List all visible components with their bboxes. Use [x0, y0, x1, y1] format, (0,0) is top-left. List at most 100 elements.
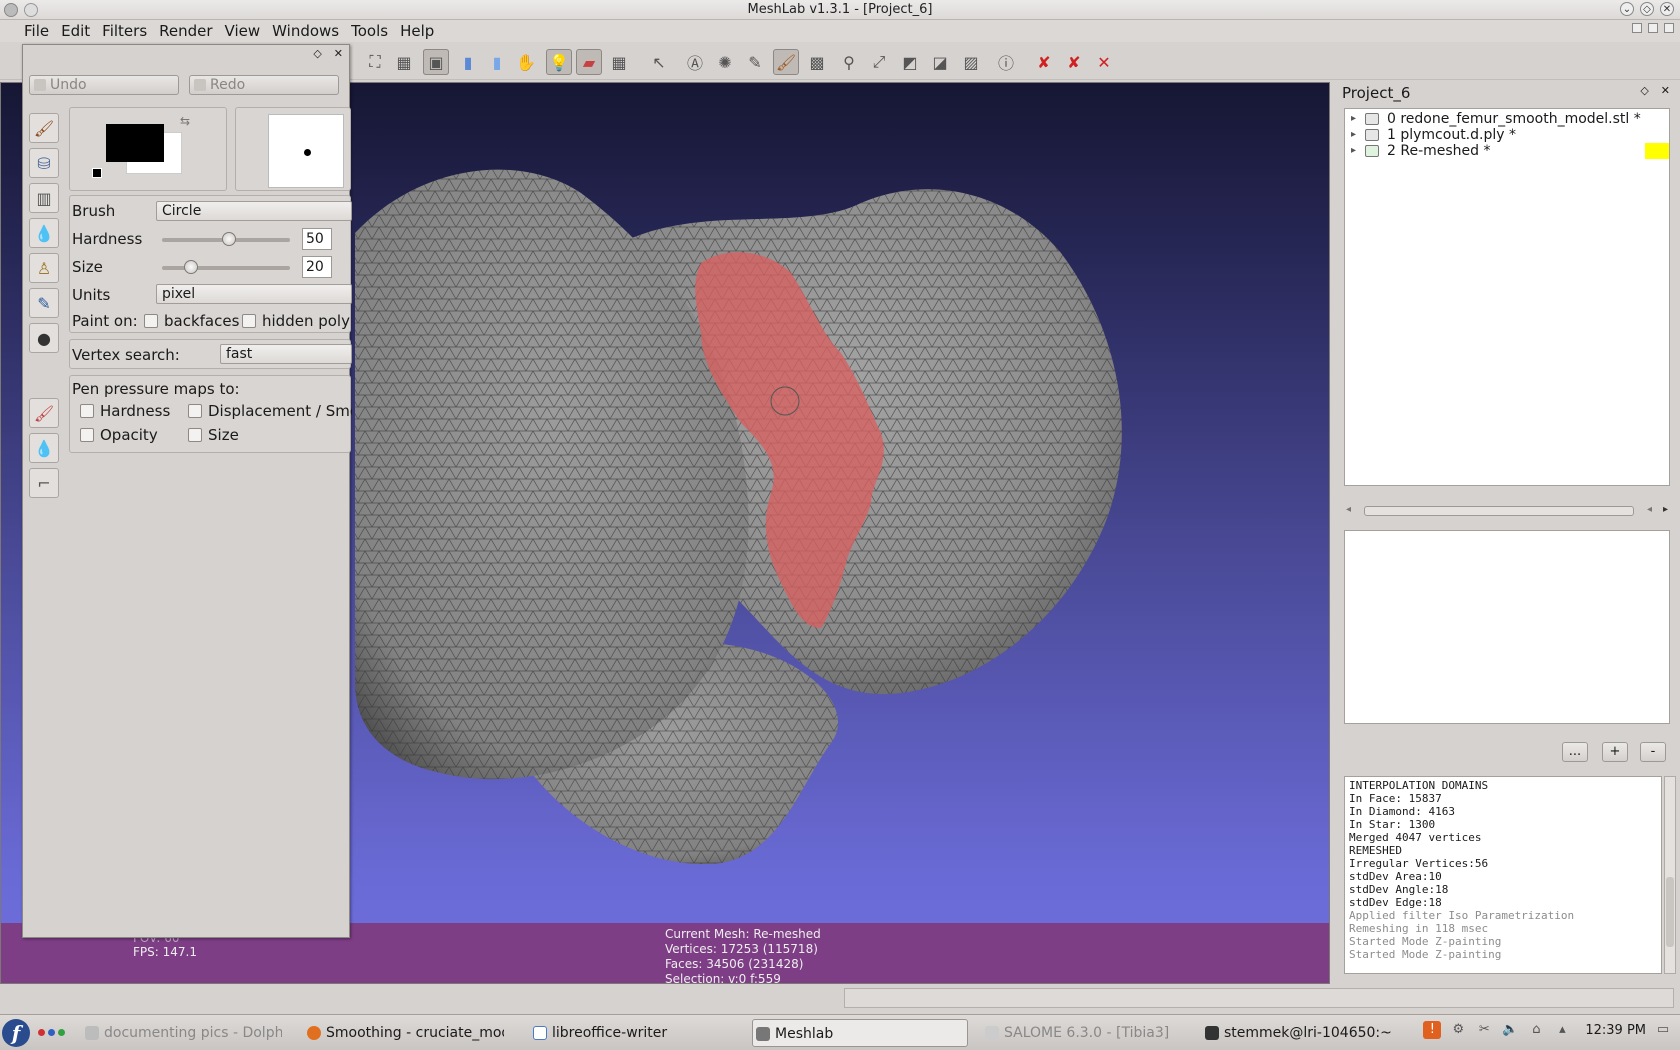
- menu-filters[interactable]: Filters: [102, 20, 157, 42]
- select-connected-icon[interactable]: ▨: [958, 49, 984, 75]
- scroll-left2-icon[interactable]: ◂: [1647, 504, 1652, 515]
- render-flat-icon[interactable]: ▮: [455, 49, 481, 75]
- double-side-light-icon[interactable]: ▰: [576, 49, 602, 75]
- delete-faces-vertices-icon[interactable]: ✘: [1061, 49, 1087, 75]
- expand-icon[interactable]: ▸: [1351, 111, 1356, 127]
- menu-view[interactable]: View: [225, 20, 271, 42]
- render-flat-lines-active-icon[interactable]: ▣: [423, 49, 449, 75]
- visibility-icon[interactable]: [1365, 145, 1379, 157]
- mdi-close-button[interactable]: [1664, 23, 1674, 33]
- layer-dock-close-icon[interactable]: ✕: [1661, 84, 1670, 97]
- expand-icon[interactable]: ▸: [1351, 127, 1356, 143]
- light-icon[interactable]: 💡: [546, 49, 572, 75]
- task-libreoffice[interactable]: libreoffice-writer: [530, 1019, 730, 1047]
- pen-tool-icon[interactable]: 🖌: [29, 113, 59, 143]
- size-slider-handle[interactable]: [184, 260, 198, 274]
- update-notifier-icon[interactable]: !: [1423, 1021, 1442, 1039]
- reset-colors-icon[interactable]: [92, 168, 102, 178]
- hardness-spinbox[interactable]: 50: [302, 228, 332, 250]
- fill-tool-icon[interactable]: ⛁: [29, 148, 59, 178]
- mesh-info-icon[interactable]: ✺: [712, 49, 738, 75]
- mdi-restore-button[interactable]: [1648, 23, 1658, 33]
- menu-render[interactable]: Render: [159, 20, 222, 42]
- manipulator-icon[interactable]: ↖: [646, 49, 672, 75]
- hardness-slider[interactable]: [162, 232, 290, 246]
- expand-icon[interactable]: ▸: [1351, 143, 1356, 159]
- clock[interactable]: 12:39 PM: [1585, 1023, 1646, 1038]
- backfaces-checkbox[interactable]: [144, 314, 158, 328]
- noise-tool-icon[interactable]: ●: [29, 323, 59, 353]
- tray-expand-icon[interactable]: ▴: [1553, 1021, 1571, 1039]
- more-button[interactable]: ...: [1562, 742, 1588, 762]
- pp-opacity-checkbox[interactable]: [80, 428, 94, 442]
- gradient-tool-icon[interactable]: ▥: [29, 183, 59, 213]
- task-firefox[interactable]: Smoothing - cruciate_model: [304, 1019, 504, 1047]
- task-terminal[interactable]: stemmek@lri-104650:~: [1202, 1019, 1392, 1047]
- network-icon[interactable]: ⌂: [1527, 1021, 1545, 1039]
- settings-icon[interactable]: ⚙: [1449, 1021, 1467, 1039]
- render-texture-icon[interactable]: ✋: [513, 49, 539, 75]
- desktop-icon[interactable]: ▭: [1654, 1021, 1672, 1039]
- measure-icon[interactable]: ⤢: [866, 49, 892, 75]
- layer-dock-float-icon[interactable]: ◇: [1640, 84, 1648, 97]
- sculpt-smooth-icon[interactable]: 💧: [29, 433, 59, 463]
- select-faces-icon[interactable]: ◩: [897, 49, 923, 75]
- visibility-icon[interactable]: [1365, 113, 1379, 125]
- menu-help[interactable]: Help: [400, 20, 444, 42]
- visibility-icon[interactable]: [1365, 129, 1379, 141]
- delete-vertices-icon[interactable]: ✕: [1091, 49, 1117, 75]
- redo-button[interactable]: Redo: [189, 75, 339, 95]
- layer-hscrollbar[interactable]: ◂ ◂ ▸: [1344, 504, 1670, 518]
- pp-hardness-checkbox[interactable]: [80, 404, 94, 418]
- menu-edit[interactable]: Edit: [61, 20, 100, 42]
- align-icon[interactable]: ✎: [742, 49, 768, 75]
- color-picker-icon[interactable]: ✎: [29, 288, 59, 318]
- menu-file[interactable]: File: [24, 20, 59, 42]
- clone-tool-icon[interactable]: ♙: [29, 253, 59, 283]
- delete-faces-icon[interactable]: ✘: [1031, 49, 1057, 75]
- layer-row[interactable]: ▸ 0 redone_femur_smooth_model.stl *: [1345, 111, 1669, 127]
- scroll-right-icon[interactable]: ▸: [1663, 504, 1668, 515]
- task-meshlab[interactable]: Meshlab: [752, 1019, 968, 1047]
- hidden-polygons-checkbox[interactable]: [242, 314, 256, 328]
- menu-windows[interactable]: Windows: [272, 20, 349, 42]
- task-dolphin[interactable]: documenting pics - Dolphin: [82, 1019, 282, 1047]
- layer-row[interactable]: ▸ 1 plymcout.d.ply *: [1345, 127, 1669, 143]
- size-slider[interactable]: [162, 260, 290, 274]
- sculpt-tool-icon[interactable]: 🖌: [29, 398, 59, 428]
- quoted-box-icon[interactable]: ⓘ: [993, 49, 1019, 75]
- swap-colors-icon[interactable]: ⇆: [180, 114, 190, 128]
- maximize-button[interactable]: ◇: [1640, 2, 1654, 16]
- log-scroll-thumb[interactable]: [1666, 877, 1674, 947]
- pp-displacement-checkbox[interactable]: [188, 404, 202, 418]
- volume-icon[interactable]: 🔈: [1501, 1021, 1519, 1039]
- units-select[interactable]: pixel: [156, 284, 352, 304]
- pickpoints-icon[interactable]: ⚲: [836, 49, 862, 75]
- foreground-color-swatch[interactable]: [106, 124, 164, 162]
- render-wireframe-icon[interactable]: ▦: [391, 49, 417, 75]
- layer-row-selected[interactable]: ▸ 2 Re-meshed *: [1345, 143, 1669, 159]
- select-vertices-icon[interactable]: ◪: [927, 49, 953, 75]
- minimize-button[interactable]: ⌄: [1620, 2, 1634, 16]
- fedora-launcher-icon[interactable]: f: [2, 1019, 30, 1047]
- scroll-left-icon[interactable]: ◂: [1346, 504, 1351, 515]
- pp-size-checkbox[interactable]: [188, 428, 202, 442]
- dock-float-icon[interactable]: ◇: [313, 47, 321, 60]
- add-decorator-button[interactable]: +: [1602, 742, 1628, 762]
- undo-button[interactable]: Undo: [29, 75, 179, 95]
- window-shade-icon[interactable]: [24, 3, 38, 17]
- vertex-search-select[interactable]: fast: [220, 344, 352, 364]
- brush-select[interactable]: Circle: [156, 201, 352, 221]
- hardness-slider-handle[interactable]: [222, 232, 236, 246]
- mdi-minimize-button[interactable]: [1632, 23, 1642, 33]
- backface-culling-icon[interactable]: ▦: [606, 49, 632, 75]
- menu-tools[interactable]: Tools: [351, 20, 398, 42]
- z-paint-icon[interactable]: 🖌: [773, 49, 799, 75]
- task-salome[interactable]: SALOME 6.3.0 - [Tibia3]: [982, 1019, 1182, 1047]
- log-scrollbar[interactable]: [1664, 776, 1676, 974]
- add-noise-icon[interactable]: ⌐: [29, 468, 59, 498]
- render-points-icon[interactable]: ⛶: [362, 49, 388, 75]
- window-menu-icon[interactable]: [4, 3, 18, 17]
- desktop-switcher[interactable]: [38, 1029, 65, 1036]
- texture-paint-icon[interactable]: ▩: [804, 49, 830, 75]
